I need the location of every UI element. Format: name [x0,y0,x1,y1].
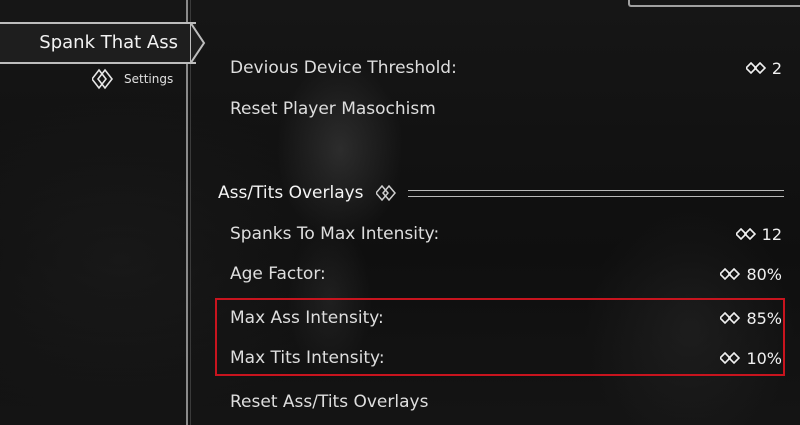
header-rule [407,189,784,197]
value-text: 2 [771,58,782,78]
option-devious-device-threshold[interactable]: Devious Device Threshold: 2 [230,53,782,83]
mcm-diamond-icon [92,68,114,90]
slider-arrows-icon [735,228,756,240]
option-label: Max Tits Intensity: [230,348,385,368]
slider-arrows-icon [720,268,741,280]
sidebar-item-settings[interactable]: Settings [92,68,173,90]
option-label: Reset Player Masochism [230,99,436,119]
slider-value[interactable]: 2 [745,58,782,78]
slider-value[interactable]: 12 [735,224,782,244]
mod-tab-spank-that-ass[interactable]: Spank That Ass [0,22,206,64]
value-text: 80% [746,264,782,284]
option-label: Age Factor: [230,264,326,284]
header-ornament-icon [375,185,396,201]
option-reset-player-masochism[interactable]: Reset Player Masochism [230,94,782,124]
slider-arrows-icon [745,62,766,74]
value-text: 10% [746,348,782,368]
slider-value[interactable]: 85% [720,309,782,328]
option-label: Max Ass Intensity: [230,308,384,328]
mod-tab-label: Spank That Ass [39,32,178,53]
sidebar-item-label: Settings [124,72,174,86]
option-age-factor[interactable]: Age Factor: 80% [230,259,782,289]
option-max-ass-intensity[interactable]: Max Ass Intensity: 85% [230,303,782,333]
option-label: Spanks To Max Intensity: [230,224,440,244]
value-text: 85% [746,308,782,328]
option-max-tits-intensity[interactable]: Max Tits Intensity: 10% [230,343,782,373]
section-title: Ass/Tits Overlays [218,183,364,203]
section-header-overlays: Ass/Tits Overlays [218,178,784,208]
option-reset-overlays[interactable]: Reset Ass/Tits Overlays [230,387,782,417]
tab-arrow-icon [190,22,206,64]
slider-value[interactable]: 10% [720,349,782,368]
top-frame-decoration [628,0,800,7]
slider-arrows-icon [720,352,741,364]
slider-arrows-icon [720,312,741,324]
value-text: 12 [761,224,782,244]
option-label: Devious Device Threshold: [230,58,457,78]
option-spanks-to-max[interactable]: Spanks To Max Intensity: 12 [230,219,782,249]
option-label: Reset Ass/Tits Overlays [230,392,429,412]
slider-value[interactable]: 80% [720,265,782,284]
